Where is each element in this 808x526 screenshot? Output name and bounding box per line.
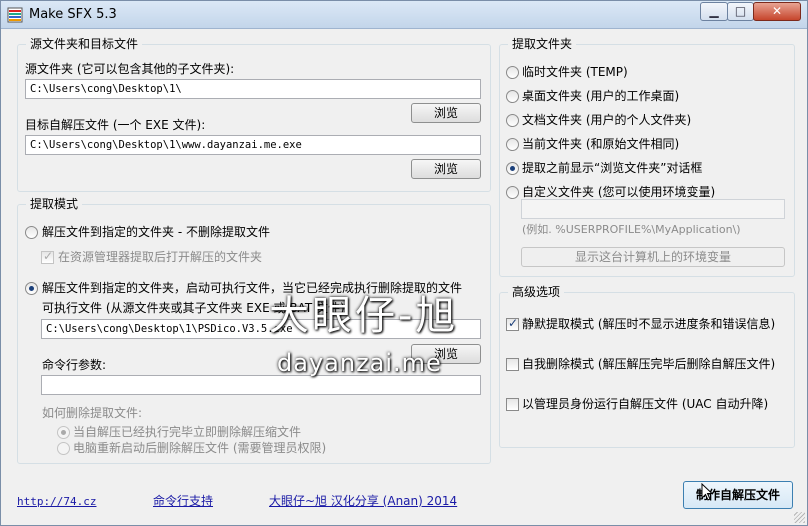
silent-mode-checkbox[interactable] [506, 316, 519, 331]
self-delete-checkbox[interactable] [506, 358, 519, 371]
mode-run-delete-label: 解压文件到指定的文件夹，启动可执行文件，当它已经完成执行删除提取的文件 [42, 281, 463, 295]
advanced-options-legend: 高级选项 [508, 285, 565, 300]
executable-input[interactable]: C:\Users\cong\Desktop\1\PSDico.V3.5.exe [41, 319, 481, 339]
folder-desktop-radio[interactable] [506, 90, 519, 103]
translation-credit-link[interactable]: 大眼仔~旭 汉化分享 (Anan) 2014 [269, 494, 457, 509]
delete-immediately-radio[interactable] [57, 426, 70, 439]
window-title: Make SFX 5.3 [29, 7, 117, 22]
folder-current-radio[interactable] [506, 138, 519, 151]
source-folder-label: 源文件夹 (它可以包含其他的子文件夹): [25, 62, 235, 76]
source-group-legend: 源文件夹和目标文件 [26, 37, 143, 52]
website-link[interactable]: http://74.cz [17, 494, 96, 509]
show-environment-variables-button[interactable]: 显示这台计算机上的环境变量 [521, 247, 785, 267]
command-line-input[interactable] [41, 375, 481, 395]
main-window: Make SFX 5.3 ▁ □ ✕ 源文件夹和目标文件 源文件夹 (它可以包含… [0, 0, 808, 526]
run-as-admin-label: 以管理员身份运行自解压文件 (UAC 自动升降) [522, 397, 769, 411]
self-delete-label: 自我删除模式 (解压解压完毕后删除自解压文件) [522, 357, 776, 371]
executable-label: 可执行文件 (从源文件夹或其子文件夹 EXE 或 BAT 文件): [42, 301, 349, 315]
folder-documents-radio[interactable] [506, 114, 519, 127]
folder-current-label: 当前文件夹 (和原始文件相同) [522, 137, 680, 151]
folder-temp-label: 临时文件夹 (TEMP) [522, 65, 628, 79]
folder-browse-dialog-label: 提取之前显示“浏览文件夹”对话框 [522, 161, 703, 175]
source-folder-input[interactable]: C:\Users\cong\Desktop\1\ [25, 79, 481, 99]
app-icon [7, 7, 23, 23]
command-line-support-link[interactable]: 命令行支持 [153, 494, 213, 509]
minimize-icon: ▁ [709, 4, 719, 18]
folder-browse-dialog-radio[interactable] [506, 162, 519, 175]
custom-folder-example: (例如. %USERPROFILE%\MyApplication\) [522, 223, 741, 236]
browse-source-button[interactable]: 浏览 [411, 103, 481, 123]
browse-executable-button[interactable]: 浏览 [411, 344, 481, 364]
run-as-admin-checkbox[interactable] [506, 398, 519, 411]
delete-after-reboot-radio[interactable] [57, 442, 70, 455]
silent-mode-label: 静默提取模式 (解压时不显示进度条和错误信息) [522, 317, 776, 331]
delete-method-label: 如何删除提取文件: [42, 406, 143, 420]
close-button[interactable]: ✕ [753, 2, 801, 21]
open-folder-label: 在资源管理器提取后打开解压的文件夹 [58, 250, 263, 264]
command-line-label: 命令行参数: [42, 358, 107, 372]
cursor-icon [701, 483, 713, 501]
folder-documents-label: 文档文件夹 (用户的个人文件夹) [522, 113, 692, 127]
delete-after-reboot-label: 电脑重新启动后删除解压文件 (需要管理员权限) [73, 441, 327, 455]
folder-desktop-label: 桌面文件夹 (用户的工作桌面) [522, 89, 680, 103]
close-icon: ✕ [771, 4, 783, 18]
browse-target-button[interactable]: 浏览 [411, 159, 481, 179]
folder-custom-label: 自定义文件夹 (您可以使用环境变量) [522, 185, 716, 199]
mode-run-delete-radio[interactable] [25, 282, 38, 295]
folder-custom-radio[interactable] [506, 186, 519, 199]
target-file-input[interactable]: C:\Users\cong\Desktop\1\www.dayanzai.me.… [25, 135, 481, 155]
minimize-button[interactable]: ▁ [700, 2, 728, 21]
folder-temp-radio[interactable] [506, 66, 519, 79]
maximize-button[interactable]: □ [727, 2, 754, 21]
target-file-label: 目标自解压文件 (一个 EXE 文件): [25, 118, 206, 132]
resize-grip-icon[interactable] [794, 512, 805, 523]
extract-folder-legend: 提取文件夹 [508, 37, 577, 52]
open-folder-checkbox[interactable] [41, 249, 54, 264]
make-sfx-button[interactable]: 制作自解压文件 [683, 481, 793, 509]
delete-immediately-label: 当自解压已经执行完毕立即删除解压缩文件 [73, 425, 302, 439]
maximize-icon: □ [734, 4, 747, 18]
custom-folder-input[interactable] [521, 199, 785, 219]
title-bar[interactable]: Make SFX 5.3 ▁ □ ✕ [1, 1, 807, 29]
mode-no-delete-label: 解压文件到指定的文件夹 - 不删除提取文件 [42, 225, 270, 239]
extract-mode-legend: 提取模式 [26, 197, 83, 212]
mode-no-delete-radio[interactable] [25, 226, 38, 239]
